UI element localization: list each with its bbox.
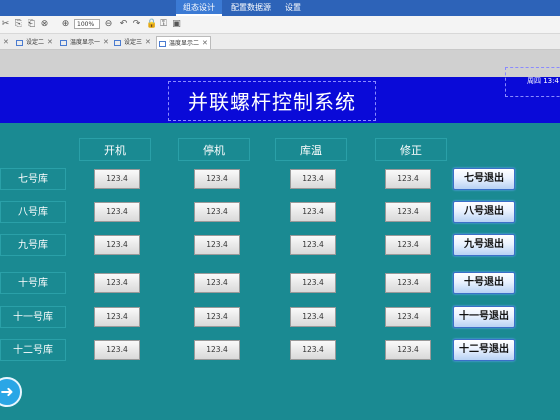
menu-bar: 组态设计 配置数据源 设置: [0, 0, 560, 16]
exit-button-12[interactable]: 十二号退出: [453, 339, 515, 361]
column-header-start: 开机: [79, 138, 151, 161]
column-header-correction: 修正: [375, 138, 447, 161]
close-icon[interactable]: ✕: [145, 38, 151, 46]
zoom-out-icon[interactable]: ⊖: [103, 19, 114, 30]
document-tabs: ✕ 设定二 ✕ 温度显示一 ✕ 设定三 ✕ 温度显示二 ✕: [0, 34, 560, 50]
tab-setting-3[interactable]: 设定三 ✕: [114, 36, 151, 48]
unlock-icon[interactable]: ⚿: [158, 19, 169, 30]
paste-icon[interactable]: ⎗: [26, 19, 37, 30]
menu-settings[interactable]: 设置: [280, 0, 306, 16]
exit-button-7[interactable]: 七号退出: [453, 168, 515, 190]
page-icon: [114, 39, 121, 46]
column-header-stop: 停机: [178, 138, 250, 161]
value-temp[interactable]: 123.4: [290, 273, 336, 293]
screen-title: 并联螺杆控制系统: [168, 81, 376, 121]
exit-button-9[interactable]: 九号退出: [453, 234, 515, 256]
lock-icon[interactable]: 🔒: [146, 19, 157, 30]
close-icon[interactable]: ✕: [103, 38, 109, 46]
value-stop[interactable]: 123.4: [194, 273, 240, 293]
row-label-9: 九号库: [0, 234, 66, 256]
value-correction[interactable]: 123.4: [385, 202, 431, 222]
close-icon[interactable]: ✕: [202, 39, 208, 47]
page-icon: [16, 39, 23, 46]
row-label-8: 八号库: [0, 201, 66, 223]
value-temp[interactable]: 123.4: [290, 169, 336, 189]
copy-icon[interactable]: ⎘: [13, 19, 24, 30]
redo-icon[interactable]: ↷: [131, 19, 142, 30]
tab-setting-2[interactable]: 设定二 ✕: [16, 36, 53, 48]
exit-button-8[interactable]: 八号退出: [453, 201, 515, 223]
column-header-temp: 库温: [275, 138, 347, 161]
next-page-button[interactable]: ➜: [0, 377, 22, 407]
value-correction[interactable]: 123.4: [385, 340, 431, 360]
row-label-12: 十二号库: [0, 339, 66, 361]
value-correction[interactable]: 123.4: [385, 235, 431, 255]
page-icon: [159, 40, 166, 47]
delete-icon[interactable]: ⊗: [39, 19, 50, 30]
zoom-select[interactable]: 100%: [74, 19, 100, 29]
tab-close-prev[interactable]: ✕: [0, 36, 9, 48]
value-stop[interactable]: 123.4: [194, 202, 240, 222]
value-temp[interactable]: 123.4: [290, 235, 336, 255]
time-text: 周四 13:4: [527, 77, 559, 85]
value-temp[interactable]: 123.4: [290, 340, 336, 360]
value-start[interactable]: 123.4: [94, 235, 140, 255]
value-temp[interactable]: 123.4: [290, 202, 336, 222]
cut-icon[interactable]: ✂: [0, 19, 11, 30]
value-stop[interactable]: 123.4: [194, 340, 240, 360]
exit-button-10[interactable]: 十号退出: [453, 272, 515, 294]
toolbar: ✂ ⎘ ⎗ ⊗ ⊕ 100% ⊖ ↶ ↷ 🔒 ⚿ ▣: [0, 16, 560, 34]
value-stop[interactable]: 123.4: [194, 307, 240, 327]
value-correction[interactable]: 123.4: [385, 273, 431, 293]
value-stop[interactable]: 123.4: [194, 169, 240, 189]
close-icon[interactable]: ✕: [47, 38, 53, 46]
value-correction[interactable]: 123.4: [385, 307, 431, 327]
tab-temp-display-2[interactable]: 温度显示二 ✕: [156, 36, 211, 49]
value-temp[interactable]: 123.4: [290, 307, 336, 327]
row-label-11: 十一号库: [0, 306, 66, 328]
value-start[interactable]: 123.4: [94, 169, 140, 189]
value-correction[interactable]: 123.4: [385, 169, 431, 189]
canvas-margin: [0, 50, 560, 77]
value-start[interactable]: 123.4: [94, 202, 140, 222]
menu-datasource[interactable]: 配置数据源: [228, 0, 274, 16]
image-icon[interactable]: ▣: [171, 19, 182, 30]
undo-icon[interactable]: ↶: [118, 19, 129, 30]
page-icon: [60, 39, 67, 46]
zoom-in-icon[interactable]: ⊕: [60, 19, 71, 30]
exit-button-11[interactable]: 十一号退出: [453, 306, 515, 328]
tab-temp-display-1[interactable]: 温度显示一 ✕: [60, 36, 109, 48]
value-stop[interactable]: 123.4: [194, 235, 240, 255]
arrow-right-icon: ➜: [0, 382, 14, 401]
value-start[interactable]: 123.4: [94, 273, 140, 293]
value-start[interactable]: 123.4: [94, 307, 140, 327]
value-start[interactable]: 123.4: [94, 340, 140, 360]
menu-design[interactable]: 组态设计: [176, 0, 222, 16]
row-label-10: 十号库: [0, 272, 66, 294]
row-label-7: 七号库: [0, 168, 66, 190]
